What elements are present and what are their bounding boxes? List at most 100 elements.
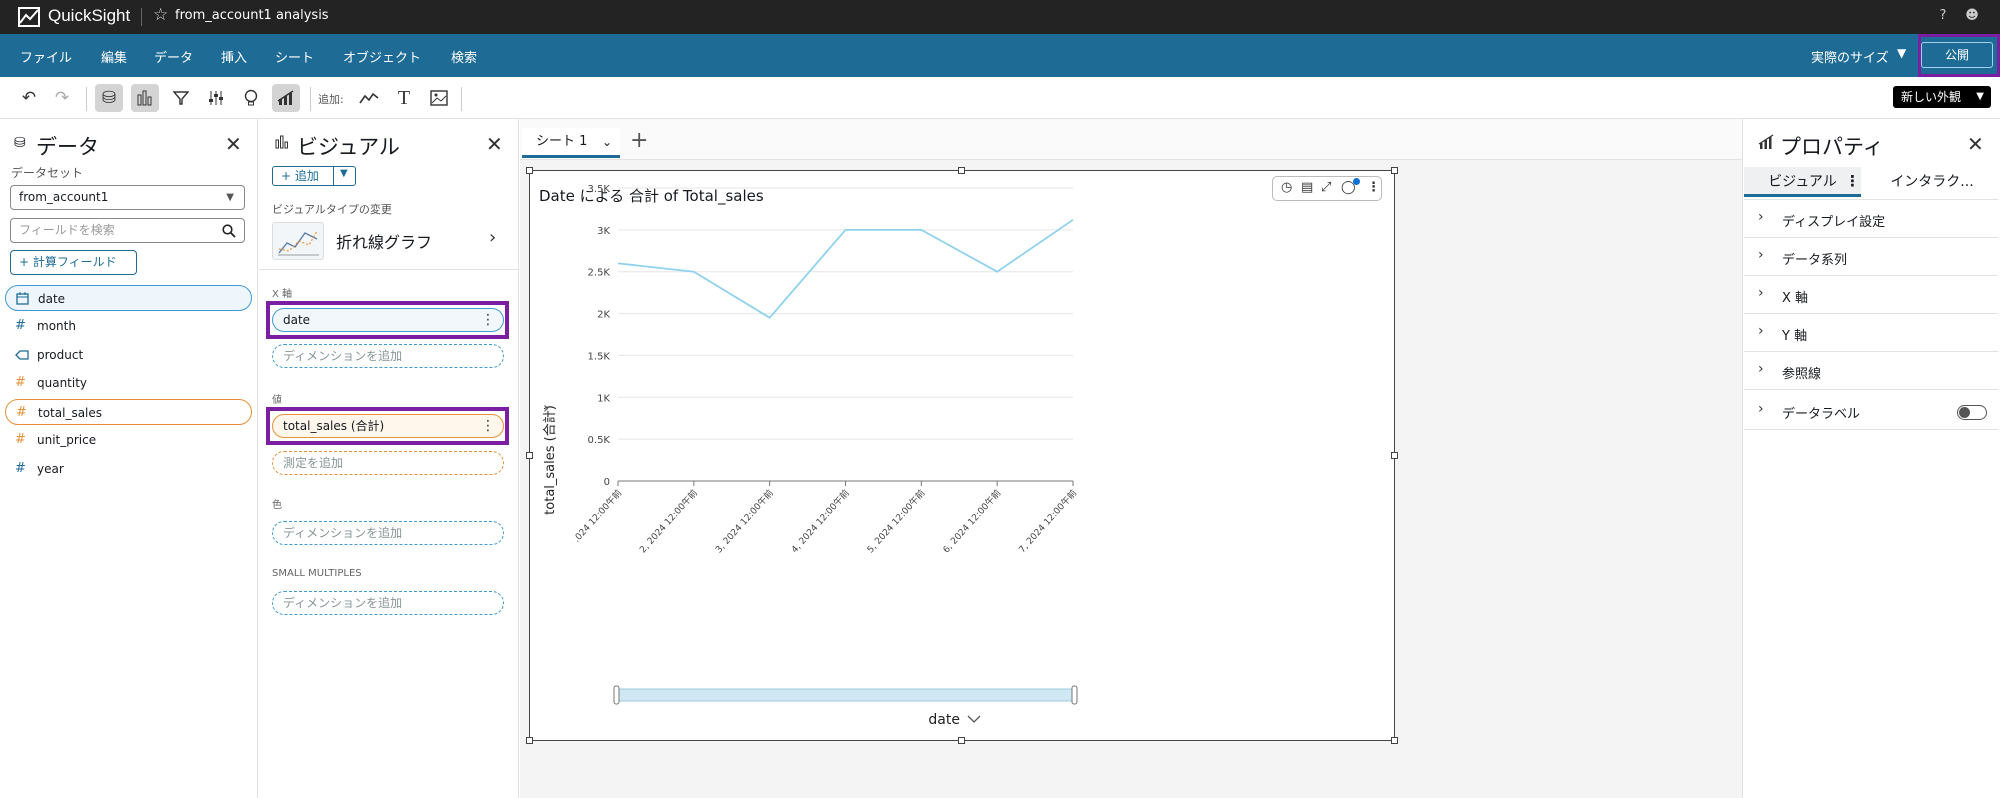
publish-button[interactable]: 公開: [1921, 42, 1993, 68]
menu-object[interactable]: オブジェクト: [343, 47, 421, 66]
value-field-pill[interactable]: total_sales (合計) ⋮: [272, 414, 504, 438]
y-tick-label: 3.5K: [588, 184, 611, 195]
caret-down-icon[interactable]: ▼: [1897, 46, 1906, 60]
more-options-icon[interactable]: ⋮: [481, 415, 495, 437]
add-dimension-small-multiples-dropzone[interactable]: ディメンションを追加: [272, 591, 504, 615]
x-tick-label: 7, 2024 12:00午前: [1016, 487, 1079, 555]
hash-icon: #: [15, 461, 26, 476]
calendar-icon: [16, 286, 29, 315]
field-name: date: [38, 292, 66, 306]
close-icon[interactable]: ✕: [1967, 132, 1984, 156]
field-item-product[interactable]: product: [5, 342, 252, 368]
tab-visual-label: ビジュアル: [1768, 174, 1837, 190]
add-measure-dropzone[interactable]: 測定を追加: [272, 451, 504, 475]
help-icon[interactable]: ?: [1934, 7, 1952, 25]
document-title[interactable]: from_account1 analysis: [175, 8, 329, 23]
redo-icon[interactable]: ↷: [48, 84, 76, 112]
section-reference-lines[interactable]: › 参照線: [1744, 352, 1998, 390]
chevron-right-icon[interactable]: ›: [543, 398, 549, 417]
field-name: total_sales: [38, 406, 103, 420]
divider: [259, 269, 518, 270]
close-icon[interactable]: ✕: [225, 132, 242, 156]
chevron-down-icon: [967, 715, 981, 723]
close-icon[interactable]: ✕: [486, 132, 503, 156]
add-text-icon[interactable]: T: [390, 84, 418, 112]
divider: [86, 87, 87, 111]
range-handle-left: [613, 685, 620, 705]
star-icon[interactable]: ☆: [153, 5, 168, 25]
menu-edit[interactable]: 編集: [101, 47, 127, 66]
y-tick-label: 3K: [597, 226, 610, 237]
add-visual-icon[interactable]: [355, 84, 383, 112]
dataset-value: from_account1: [19, 190, 109, 204]
divider: [461, 87, 462, 111]
tab-visual[interactable]: ビジュアル: [1744, 167, 1861, 197]
database-icon[interactable]: ⛁: [95, 84, 123, 112]
add-sheet-icon[interactable]: +: [630, 128, 648, 153]
filter-icon[interactable]: [167, 84, 195, 112]
add-visual-dropdown[interactable]: ▼: [333, 166, 356, 186]
quicksight-logo-icon: [18, 7, 40, 27]
field-item-year[interactable]: # year: [5, 456, 252, 482]
field-search-input[interactable]: フィールドを検索: [10, 218, 245, 243]
chevron-right-icon[interactable]: ›: [489, 227, 496, 248]
hash-icon: #: [16, 405, 27, 420]
x-axis-field-pill[interactable]: date ⋮: [272, 308, 504, 332]
dataset-select[interactable]: from_account1 ▼: [10, 185, 245, 210]
add-dimension-x-dropzone[interactable]: ディメンションを追加: [272, 344, 504, 368]
search-placeholder: フィールドを検索: [19, 223, 115, 237]
user-icon[interactable]: ☻: [1963, 7, 1981, 25]
visual-panel-title: ビジュアル: [297, 135, 400, 159]
x-tick-label: 4, 2024 12:00午前: [789, 487, 852, 555]
field-name: month: [37, 319, 76, 333]
x-tick-label: 5, 2024 12:00午前: [864, 487, 927, 555]
field-name: quantity: [37, 376, 88, 390]
section-display-settings[interactable]: › ディスプレイ設定: [1744, 200, 1998, 238]
field-item-quantity[interactable]: # quantity: [5, 370, 252, 396]
more-options-icon[interactable]: ⋮: [1845, 172, 1860, 190]
section-x-axis[interactable]: › X 軸: [1744, 276, 1998, 314]
undo-icon[interactable]: ↶: [15, 84, 43, 112]
field-item-unit-price[interactable]: # unit_price: [5, 427, 252, 453]
new-look-button[interactable]: 新しい外観 ▼: [1893, 86, 1991, 108]
add-image-icon[interactable]: [425, 84, 453, 112]
chevron-right-icon: ›: [1758, 323, 1764, 339]
scale-dropdown[interactable]: 実際のサイズ: [1811, 47, 1889, 66]
x-axis-label: date: [928, 712, 960, 728]
menu-data[interactable]: データ: [154, 47, 193, 66]
caret-down-icon: ▼: [1976, 91, 1984, 102]
visual-type-name[interactable]: 折れ線グラフ: [336, 229, 432, 253]
menu-search[interactable]: 検索: [451, 47, 477, 66]
insights-lightbulb-icon[interactable]: [237, 84, 265, 112]
menu-file[interactable]: ファイル: [20, 47, 72, 66]
more-options-icon[interactable]: ⋮: [481, 309, 495, 331]
section-y-axis[interactable]: › Y 軸: [1744, 314, 1998, 352]
field-item-date[interactable]: date: [5, 285, 252, 311]
field-item-total-sales[interactable]: # total_sales: [5, 399, 252, 425]
chevron-right-icon: ›: [1758, 285, 1764, 301]
add-label: 追加:: [318, 93, 344, 106]
field-name: product: [37, 348, 84, 362]
sheet-tab[interactable]: シート 1 ⌄: [522, 128, 620, 158]
visual-properties-icon[interactable]: [272, 84, 300, 112]
visual-properties-icon: [1758, 134, 1774, 154]
visual-bar-icon[interactable]: [131, 84, 159, 112]
menu-insert[interactable]: 挿入: [221, 47, 247, 66]
line-chart-type-icon[interactable]: [272, 222, 324, 260]
section-data-series[interactable]: › データ系列: [1744, 238, 1998, 276]
menu-sheet[interactable]: シート: [275, 47, 314, 66]
field-item-month[interactable]: # month: [5, 313, 252, 339]
y-tick-label: 1.5K: [588, 351, 611, 362]
chevron-right-icon: ›: [1758, 361, 1764, 377]
section-label: 参照線: [1782, 367, 1822, 382]
chevron-right-icon: ›: [1758, 209, 1764, 225]
y-axis-label: total_sales (合計): [542, 405, 558, 515]
parameters-icon[interactable]: [202, 84, 230, 112]
chevron-down-icon[interactable]: ⌄: [602, 128, 612, 156]
data-labels-toggle[interactable]: [1957, 405, 1987, 420]
divider: [310, 87, 311, 111]
add-dimension-color-dropzone[interactable]: ディメンションを追加: [272, 521, 504, 545]
tab-interactions[interactable]: インタラク...: [1866, 167, 1998, 197]
add-calculated-field-button[interactable]: + 計算フィールド: [10, 250, 137, 275]
caret-down-icon: ▼: [340, 168, 348, 179]
